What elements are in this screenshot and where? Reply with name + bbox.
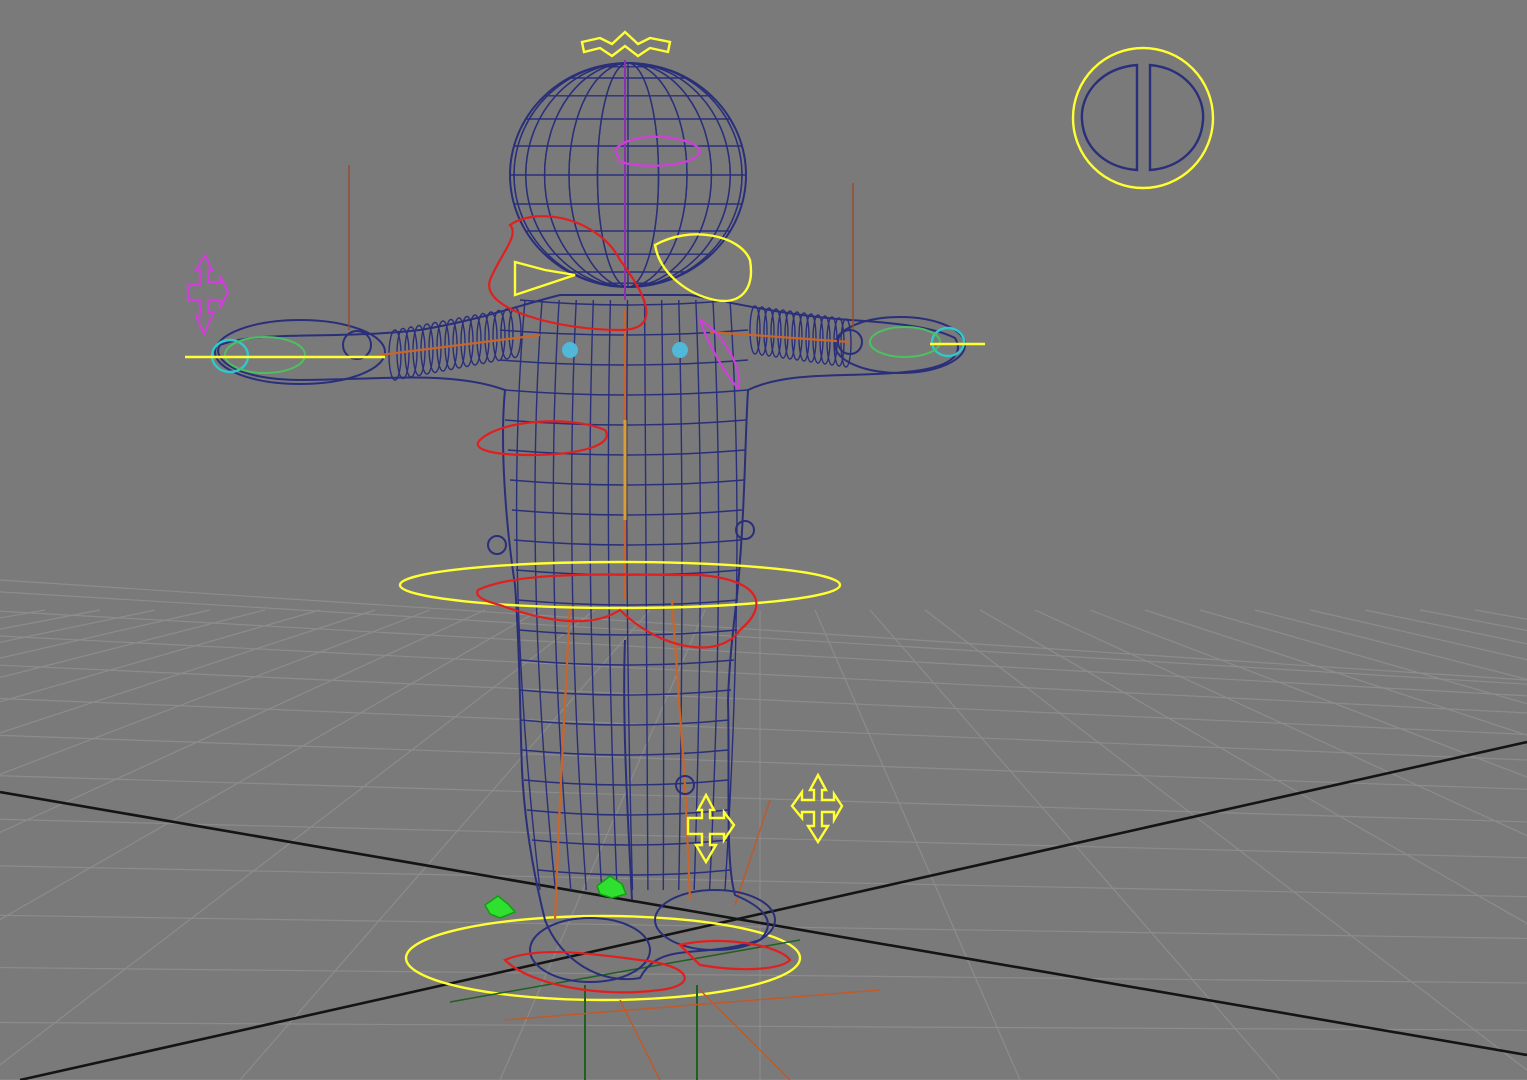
torso-column [552,299,572,891]
grid-line [0,697,1527,761]
move-arrows-icon[interactable] [790,772,844,845]
grid-line [1309,609,1527,661]
grid-line [0,609,156,643]
torso-wireframe [388,299,852,891]
left-hand-detail [224,336,306,374]
jaw-control[interactable] [513,260,576,297]
right-fingers-control[interactable] [930,326,966,358]
root-axis-line [699,989,791,1080]
move-arrows-icon[interactable] [186,252,230,337]
grid-line [0,609,211,659]
grid-line [1034,609,1527,837]
right-arm-bone [709,330,851,344]
left-leg-bone [558,604,572,801]
character-mesh[interactable] [210,62,966,983]
torso-column [708,299,720,891]
head-mesh[interactable] [509,62,747,288]
grid-line [0,609,46,619]
torso-column [607,299,618,891]
grid-line [0,609,431,775]
hip-control-curve[interactable] [398,560,842,610]
crown-arrow-icon[interactable] [580,30,672,58]
grid-line [0,610,1527,697]
mode-switch-right[interactable] [1148,63,1205,172]
grid-line [0,865,1527,898]
circle-split-icon[interactable] [1071,46,1215,190]
head-aim-control[interactable] [653,233,753,303]
grid-line [0,775,1527,823]
mode-switch-left[interactable] [1080,63,1139,172]
left-foot-locator[interactable] [484,895,517,919]
torso-band [537,869,731,876]
grid-line [0,579,1527,681]
grid-line [869,609,1281,1080]
right-hand-detail [869,326,941,358]
grid-line [814,609,1021,1080]
left-shin-bone [553,799,562,921]
left-clavicle-joint [562,342,578,358]
right-elbow-joint [735,520,755,540]
torso-column [724,299,738,891]
right-knee-pole-vector[interactable] [790,772,844,845]
3d-viewport[interactable] [0,0,1527,1080]
skeleton [342,60,863,921]
grid-line [0,664,1527,736]
torso-column [589,299,603,891]
root-axis-line [619,999,661,1080]
world-axis-x [0,790,1527,1057]
torso-column [534,299,557,891]
grid-line [0,609,376,734]
left-elbow-joint [487,535,507,555]
viewport-canvas[interactable] [0,0,1527,1080]
torso-column [678,299,683,891]
torso-column [643,299,649,891]
torso-column [570,299,587,891]
grid-line [0,609,101,630]
root-control-curve[interactable] [404,914,802,1002]
grid-line [0,734,1527,790]
grid-line [0,609,541,921]
grid-line [0,818,1527,859]
torso-outline [217,294,959,981]
mode-switch-outer[interactable] [1071,46,1215,190]
grid-line [0,609,266,679]
left-arm-band [508,306,522,359]
left-hand-mesh[interactable] [214,319,386,385]
right-leg-bone [670,599,687,786]
ground-grid [0,579,1527,1080]
grid-line [0,966,1527,984]
torso-column [660,299,665,891]
left-elbow-pole-vector[interactable] [186,252,230,337]
chest-fk-control[interactable] [476,420,608,457]
grid-line [0,609,596,1066]
left-foot-mesh[interactable] [529,917,651,983]
grid-line [0,1021,1527,1031]
torso-column [693,299,701,891]
right-clavicle-joint [672,342,688,358]
grid-line [1474,609,1527,620]
root-axis-line [734,799,771,906]
left-arm-bone [379,333,541,357]
grid-line [0,635,1527,714]
